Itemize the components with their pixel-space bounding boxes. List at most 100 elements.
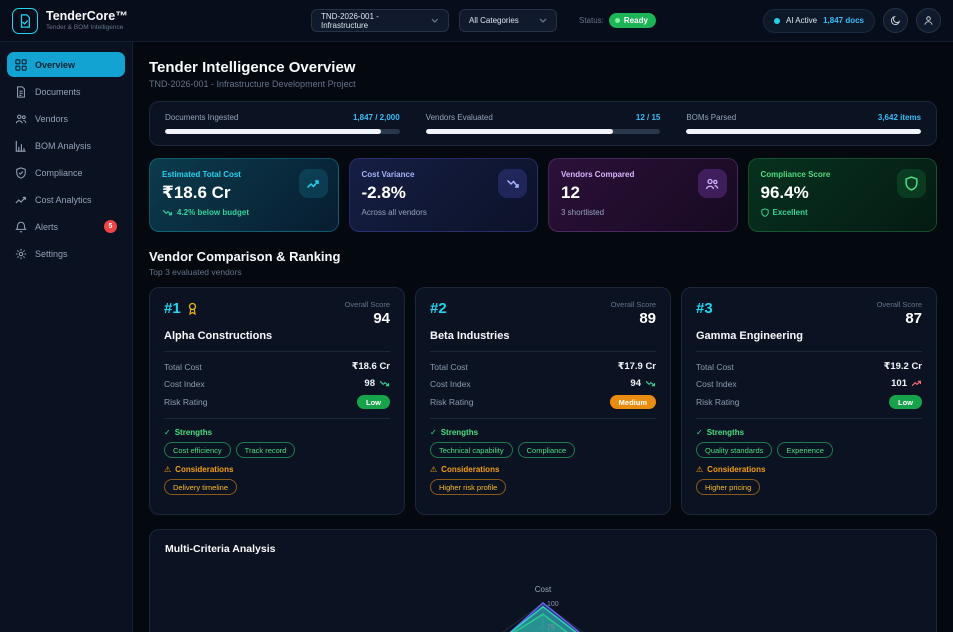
sidebar-item-documents[interactable]: Documents [7, 79, 125, 104]
progress-track [165, 129, 400, 134]
sidebar-item-label: Settings [35, 249, 68, 259]
brand: TenderCore™ Tender & BOM Intelligence [12, 8, 133, 34]
ai-active-badge: AI Active 1,847 docs [763, 9, 875, 33]
shield-small-icon [761, 208, 769, 217]
tender-select[interactable]: TND-2026-001 - Infrastructure [311, 9, 449, 32]
svg-text:75: 75 [547, 624, 555, 631]
progress-fill [686, 129, 921, 134]
strengths-header: ✓ Strengths [430, 428, 656, 437]
total-cost-value: ₹18.6 Cr [352, 361, 390, 372]
total-cost-value: ₹17.9 Cr [618, 361, 656, 372]
warning-icon: ⚠ [696, 465, 703, 474]
cost-index-value: 94 [630, 378, 656, 389]
overall-score-label: Overall Score [877, 300, 922, 309]
risk-rating-label: Risk Rating [164, 397, 207, 407]
user-profile-button[interactable] [916, 8, 941, 33]
vendor-name: Gamma Engineering [696, 330, 922, 342]
progress-fill [165, 129, 381, 134]
strength-tag: Experience [777, 442, 833, 458]
progress-vendors-evaluated: Vendors Evaluated 12 / 15 [426, 113, 661, 134]
vendor-name: Beta Industries [430, 330, 656, 342]
sidebar-item-alerts[interactable]: Alerts 5 [7, 214, 125, 239]
ingestion-progress-card: Documents Ingested 1,847 / 2,000 Vendors… [149, 101, 937, 146]
sidebar-item-label: Vendors [35, 114, 68, 124]
risk-rating-label: Risk Rating [430, 397, 473, 407]
theme-toggle-button[interactable] [883, 8, 908, 33]
moon-icon [890, 15, 901, 26]
sidebar-item-overview[interactable]: Overview [7, 52, 125, 77]
cost-index-value: 101 [891, 378, 922, 389]
trend-line-icon [15, 194, 27, 206]
vendor-card-alpha[interactable]: #1 Overall Score 94 Alpha Constructions … [149, 287, 405, 515]
chevron-down-icon [431, 18, 439, 24]
risk-badge: Low [889, 395, 922, 409]
overall-score-label: Overall Score [345, 300, 390, 309]
trending-up-icon [299, 169, 328, 198]
category-select[interactable]: All Categories [459, 9, 557, 32]
vendor-rank: #1 [164, 300, 198, 317]
trend-down-icon [645, 380, 656, 387]
strengths-header: ✓ Strengths [164, 428, 390, 437]
users-icon [15, 113, 27, 125]
progress-documents-ingested: Documents Ingested 1,847 / 2,000 [165, 113, 400, 134]
app-name: TenderCore™ [46, 10, 128, 24]
strength-tag: Track record [236, 442, 296, 458]
progress-label: Vendors Evaluated [426, 113, 493, 122]
total-cost-value: ₹19.2 Cr [884, 361, 922, 372]
cost-index-label: Cost Index [696, 379, 737, 389]
progress-boms-parsed: BOMs Parsed 3,642 items [686, 113, 921, 134]
risk-rating-label: Risk Rating [696, 397, 739, 407]
sidebar-item-label: Compliance [35, 168, 83, 178]
strength-tag: Quality standards [696, 442, 772, 458]
sidebar-item-label: Documents [35, 87, 81, 97]
progress-value: 12 / 15 [636, 113, 660, 122]
risk-badge: Medium [610, 395, 656, 409]
vendor-card-beta[interactable]: #2 Overall Score 89 Beta Industries Tota… [415, 287, 671, 515]
total-cost-label: Total Cost [164, 362, 202, 372]
cost-index-label: Cost Index [430, 379, 471, 389]
check-icon: ✓ [164, 428, 171, 437]
category-select-value: All Categories [469, 16, 519, 25]
vendor-name: Alpha Constructions [164, 330, 390, 342]
total-cost-label: Total Cost [696, 362, 734, 372]
divider [430, 351, 656, 352]
sidebar-item-vendors[interactable]: Vendors [7, 106, 125, 131]
progress-track [426, 129, 661, 134]
strength-tag: Compliance [518, 442, 576, 458]
sidebar-item-bom-analysis[interactable]: BOM Analysis [7, 133, 125, 158]
considerations-header: ⚠ Considerations [430, 465, 656, 474]
gear-icon [15, 248, 27, 260]
divider [430, 418, 656, 419]
ai-docs-count: 1,847 docs [823, 16, 864, 25]
consideration-tag: Higher risk profile [430, 479, 506, 495]
cost-index-value: 98 [364, 378, 390, 389]
medal-icon [187, 302, 198, 315]
sidebar-item-compliance[interactable]: Compliance [7, 160, 125, 185]
sidebar-item-cost-analytics[interactable]: Cost Analytics [7, 187, 125, 212]
document-icon [15, 86, 27, 98]
check-icon: ✓ [430, 428, 437, 437]
considerations-header: ⚠ Considerations [696, 465, 922, 474]
progress-label: BOMs Parsed [686, 113, 736, 122]
sidebar-item-label: Cost Analytics [35, 195, 92, 205]
sidebar-item-label: BOM Analysis [35, 141, 91, 151]
vendor-rank: #3 [696, 300, 713, 317]
bell-icon [15, 221, 27, 233]
warning-icon: ⚠ [430, 465, 437, 474]
consideration-tag: Higher pricing [696, 479, 760, 495]
vendor-section-title: Vendor Comparison & Ranking [149, 249, 937, 264]
top-header: TenderCore™ Tender & BOM Intelligence TN… [0, 0, 953, 42]
vendor-section-subtitle: Top 3 evaluated vendors [149, 267, 937, 277]
kpi-subtext: 4.2% below budget [162, 208, 326, 217]
vendor-card-gamma[interactable]: #3 Overall Score 87 Gamma Engineering To… [681, 287, 937, 515]
trend-down-icon [162, 209, 173, 216]
sidebar-item-label: Overview [35, 60, 75, 70]
sidebar-item-label: Alerts [35, 222, 58, 232]
kpi-compliance-score: Compliance Score 96.4% Excellent [748, 158, 938, 232]
considerations-header: ⚠ Considerations [164, 465, 390, 474]
kpi-subtext: Across all vendors [362, 208, 526, 217]
svg-text:Cost: Cost [535, 585, 552, 594]
overall-score-value: 87 [877, 310, 922, 327]
status-badge: Ready [609, 13, 656, 28]
sidebar-item-settings[interactable]: Settings [7, 241, 125, 266]
